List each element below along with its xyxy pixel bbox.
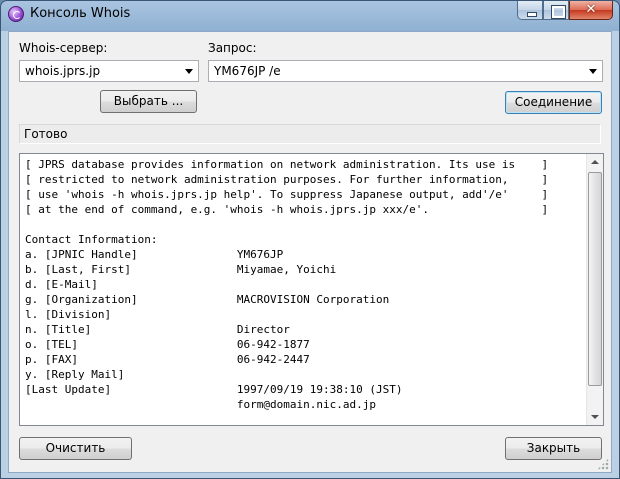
scroll-up-icon[interactable] [587,154,603,171]
window-title: Консоль Whois [30,6,131,21]
output-line: form@domain.nic.ad.jp [25,398,376,411]
output-line: l. [Division] [25,308,112,321]
close-button[interactable]: Закрыть [505,437,602,460]
output-line: [ restricted to network administration p… [25,173,549,186]
select-server-button[interactable]: Выбрать ... [100,90,197,113]
chevron-down-icon[interactable] [185,69,193,74]
maximize-icon [544,1,568,19]
output-line: d. [E-Mail] [25,278,98,291]
server-value: whois.jprs.jp [25,64,101,78]
output-line: o. [TEL] 06-942-1877 [25,338,310,351]
window-controls: ✕ [517,1,613,21]
server-label: Whois-сервер: [19,41,108,55]
title-bar[interactable]: Консоль Whois ✕ [1,1,619,29]
output-line: [ JPRS database provides information on … [25,158,549,171]
minimize-button[interactable] [517,1,543,20]
clear-button[interactable]: Очистить [19,437,132,460]
output-line: Contact Information: [25,233,158,246]
output-line: [ at the end of command, e.g. 'whois -h … [25,203,549,216]
output-line: a. [JPNIC Handle] YM676JP [25,248,284,261]
query-combobox[interactable]: YM676JP /e [208,60,603,82]
output-line: y. [Reply Mail] [25,368,125,381]
whois-app-icon [8,6,24,22]
whois-output[interactable]: [ JPRS database provides information on … [19,153,604,426]
connect-button[interactable]: Соединение [505,91,602,114]
output-line: g. [Organization] MACROVISION Corporatio… [25,293,390,306]
output-line: [Last Update] 1997/09/19 19:38:10 (JST) [25,383,403,396]
close-icon: ✕ [585,2,597,17]
output-line: p. [FAX] 06-942-2447 [25,353,310,366]
scroll-down-icon[interactable] [587,408,603,425]
scroll-thumb[interactable] [588,172,602,386]
vertical-scrollbar[interactable] [586,154,603,425]
whois-console-window: Консоль Whois ✕ Whois-сервер: whois.jprs… [0,0,620,479]
output-line: n. [Title] Director [25,323,290,336]
chevron-down-icon[interactable] [589,69,597,74]
close-window-button[interactable]: ✕ [569,1,613,20]
dialog-body: Whois-сервер: whois.jprs.jp Запрос: YM67… [8,31,612,473]
maximize-button[interactable] [543,1,569,20]
query-value: YM676JP /e [214,64,281,78]
status-text: Готово [24,127,68,141]
status-bar: Готово [19,124,601,144]
output-line: [ use 'whois -h whois.jprs.jp help'. To … [25,188,549,201]
server-combobox[interactable]: whois.jprs.jp [19,60,199,82]
query-label: Запрос: [208,41,257,55]
output-line: b. [Last, First] Miyamae, Yoichi [25,263,337,276]
minimize-icon [518,1,542,19]
output-text: [ JPRS database provides information on … [25,157,585,412]
